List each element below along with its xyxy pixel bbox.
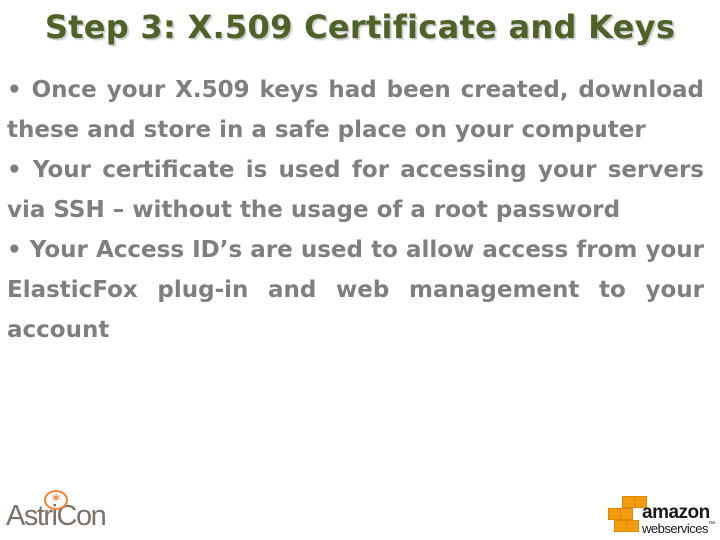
slide-title: Step 3: X.509 Certificate and Keys [44, 8, 676, 46]
aws-subtext-label: webservices [642, 521, 709, 536]
bullet-item: • Your certificate is used for accessing… [7, 157, 704, 223]
astricon-logo: * AstriCon [6, 490, 107, 533]
slide-body: • Once your X.509 keys had been created,… [7, 70, 704, 350]
aws-logo: amazon webservices™ [608, 496, 718, 540]
asterisk-icon: * [44, 490, 68, 510]
bullet-item: • Your Access ID’s are used to allow acc… [7, 237, 704, 343]
trademark-mark: ™ [708, 521, 715, 528]
aws-subtext: webservices™ [642, 521, 715, 536]
bullet-item: • Once your X.509 keys had been created,… [7, 77, 704, 143]
